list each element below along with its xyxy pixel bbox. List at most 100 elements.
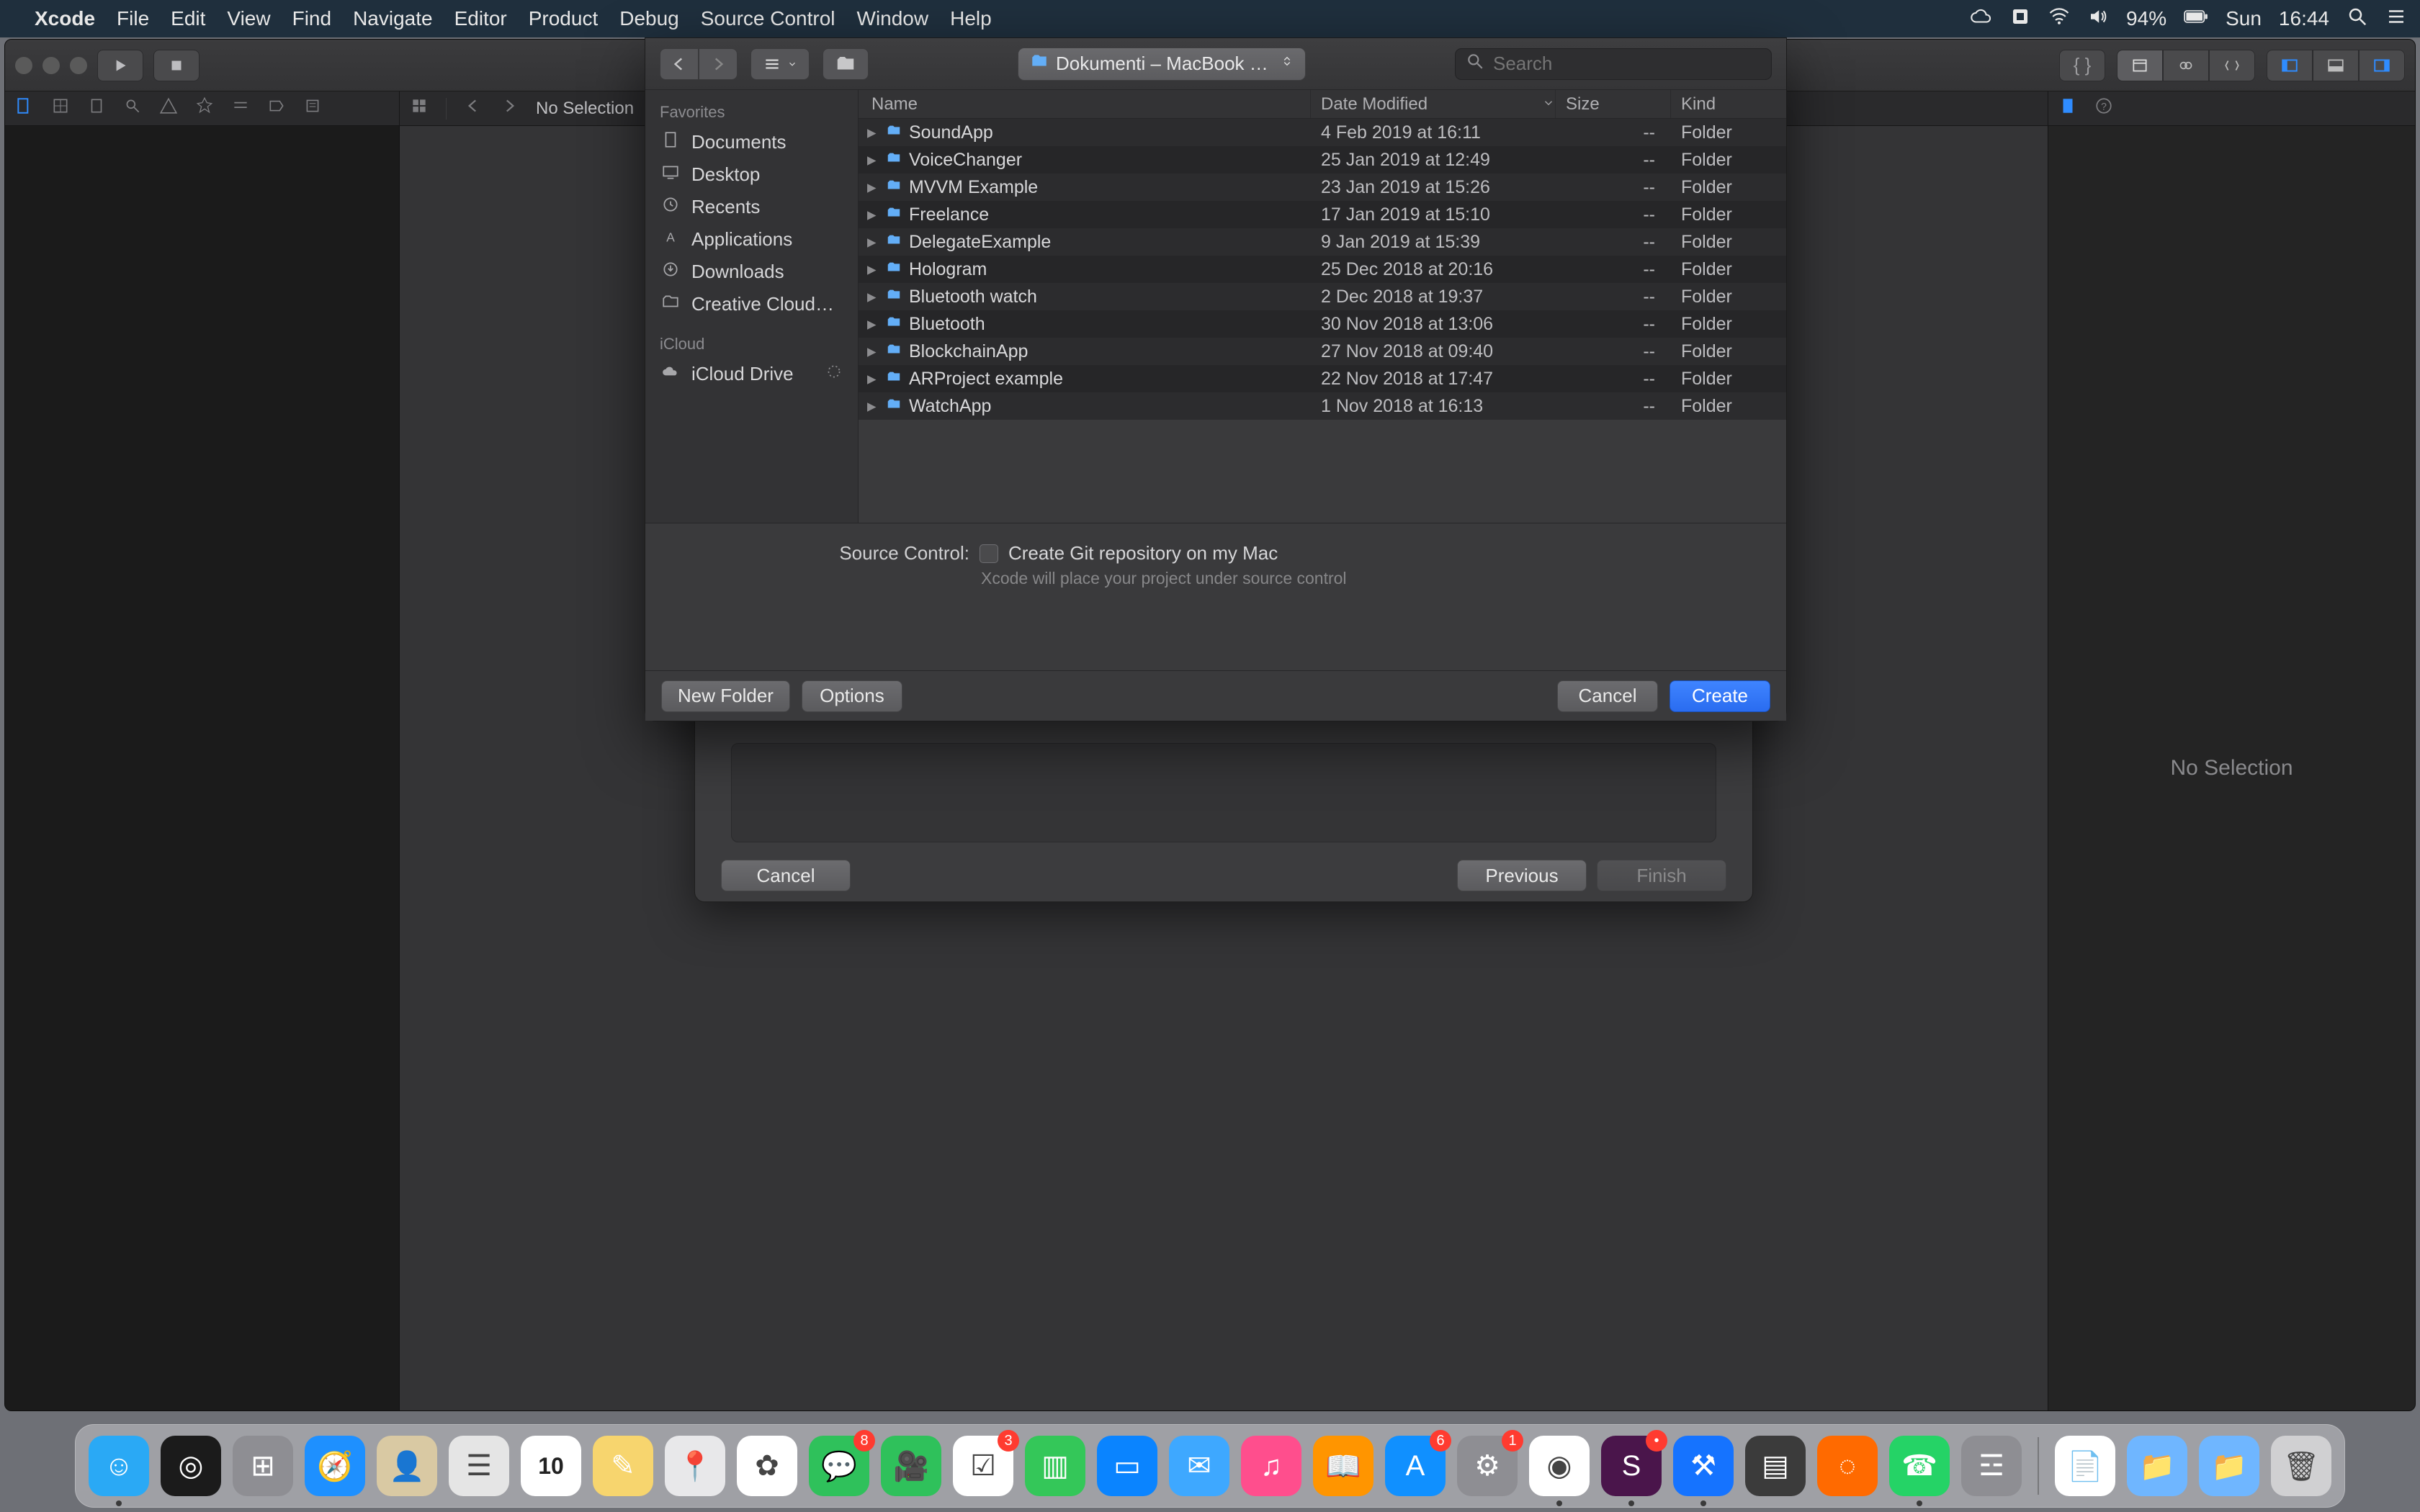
code-snippets-button[interactable]: { }	[2059, 50, 2105, 81]
nav-back-icon[interactable]	[464, 96, 483, 120]
dock-app-mail[interactable]: ✉	[1169, 1436, 1229, 1496]
debug-navigator-icon[interactable]	[231, 96, 250, 120]
menu-edit[interactable]: Edit	[171, 7, 205, 30]
column-size[interactable]: Size	[1556, 90, 1671, 118]
disclosure-icon[interactable]: ▸	[867, 368, 879, 390]
quick-help-inspector-icon[interactable]: ?	[2094, 96, 2113, 120]
dock-app-todo[interactable]: ☲	[1961, 1436, 2022, 1496]
sidebar-item-icloud-drive[interactable]: iCloud Drive	[645, 358, 858, 390]
dock-app-slack[interactable]: S•	[1601, 1436, 1662, 1496]
toggle-inspector-button[interactable]	[2359, 50, 2405, 81]
toggle-navigator-button[interactable]	[2267, 50, 2313, 81]
disclosure-icon[interactable]: ▸	[867, 286, 879, 307]
dock-app-desktop-folder[interactable]: 📁	[2199, 1436, 2259, 1496]
toggle-debug-area-button[interactable]	[2313, 50, 2359, 81]
dock-app-photos[interactable]: ✿	[737, 1436, 797, 1496]
column-date[interactable]: Date Modified	[1311, 90, 1556, 118]
issue-navigator-icon[interactable]	[159, 96, 178, 120]
menu-file[interactable]: File	[117, 7, 149, 30]
wizard-previous-button[interactable]: Previous	[1457, 860, 1587, 891]
column-name[interactable]: Name	[859, 90, 1311, 118]
dock-app-ibooks[interactable]: 📖	[1313, 1436, 1373, 1496]
stop-button[interactable]	[153, 50, 200, 81]
dock-app-calendar[interactable]: 10	[521, 1436, 581, 1496]
menu-extra-icon[interactable]	[2009, 6, 2031, 32]
menu-help[interactable]: Help	[950, 7, 992, 30]
nav-forward-icon[interactable]	[500, 96, 519, 120]
menu-debug[interactable]: Debug	[619, 7, 679, 30]
breakpoint-navigator-icon[interactable]	[267, 96, 286, 120]
sidebar-item-downloads[interactable]: Downloads	[645, 256, 858, 288]
wifi-icon[interactable]	[2048, 6, 2070, 32]
run-button[interactable]	[97, 50, 143, 81]
cancel-button[interactable]: Cancel	[1557, 680, 1658, 712]
assistant-editor-button[interactable]	[2163, 50, 2209, 81]
file-row[interactable]: ▸WatchApp1 Nov 2018 at 16:13--Folder	[859, 392, 1786, 420]
disclosure-icon[interactable]: ▸	[867, 176, 879, 198]
menu-navigate[interactable]: Navigate	[353, 7, 433, 30]
dock-app-finder[interactable]: ☺	[89, 1436, 149, 1496]
app-menu[interactable]: Xcode	[35, 7, 95, 30]
options-button[interactable]: Options	[802, 680, 902, 712]
new-folder-button[interactable]: New Folder	[661, 680, 790, 712]
git-checkbox[interactable]	[980, 544, 998, 563]
file-row[interactable]: ▸SoundApp4 Feb 2019 at 16:11--Folder	[859, 119, 1786, 146]
source-control-navigator-icon[interactable]	[51, 96, 70, 120]
sidebar-item-recents[interactable]: Recents	[645, 191, 858, 223]
disclosure-icon[interactable]: ▸	[867, 395, 879, 417]
file-row[interactable]: ▸Bluetooth watch2 Dec 2018 at 19:37--Fol…	[859, 283, 1786, 310]
disclosure-icon[interactable]: ▸	[867, 258, 879, 280]
dock-app-sublime[interactable]: ▤	[1745, 1436, 1806, 1496]
dock-app-folder-pin[interactable]: 📁	[2127, 1436, 2187, 1496]
dock-app-notes[interactable]: ✎	[593, 1436, 653, 1496]
test-navigator-icon[interactable]	[195, 96, 214, 120]
view-mode-button[interactable]	[750, 48, 810, 80]
related-items-icon[interactable]	[410, 96, 429, 120]
dock-app-preferences[interactable]: ⚙1	[1457, 1436, 1518, 1496]
dock-app-spinner[interactable]: ◌	[1817, 1436, 1878, 1496]
search-input[interactable]	[1492, 52, 1761, 76]
standard-editor-button[interactable]	[2117, 50, 2163, 81]
file-inspector-icon[interactable]	[2058, 96, 2077, 120]
sidebar-item-applications[interactable]: AApplications	[645, 223, 858, 256]
file-row[interactable]: ▸Freelance17 Jan 2019 at 15:10--Folder	[859, 201, 1786, 228]
file-row[interactable]: ▸MVVM Example23 Jan 2019 at 15:26--Folde…	[859, 174, 1786, 201]
file-row[interactable]: ▸VoiceChanger25 Jan 2019 at 12:49--Folde…	[859, 146, 1786, 174]
dock-app-launchpad[interactable]: ⊞	[233, 1436, 293, 1496]
dock-app-keynote[interactable]: ▭	[1097, 1436, 1157, 1496]
battery-icon[interactable]	[2184, 4, 2208, 34]
wizard-cancel-button[interactable]: Cancel	[721, 860, 851, 891]
menu-source-control[interactable]: Source Control	[701, 7, 835, 30]
close-window-icon[interactable]	[15, 57, 32, 74]
disclosure-icon[interactable]: ▸	[867, 313, 879, 335]
dock-app-siri[interactable]: ◎	[161, 1436, 221, 1496]
window-traffic-lights[interactable]	[15, 57, 87, 74]
sidebar-item-creative-cloud[interactable]: Creative Cloud…	[645, 288, 858, 320]
search-field[interactable]	[1455, 48, 1772, 80]
dock-app-document[interactable]: 📄	[2055, 1436, 2115, 1496]
project-navigator-icon[interactable]	[15, 96, 34, 120]
battery-percent[interactable]: 94%	[2126, 7, 2166, 30]
dock-app-appstore[interactable]: A6	[1385, 1436, 1446, 1496]
group-button[interactable]	[823, 48, 869, 80]
dock-app-messages[interactable]: 💬8	[809, 1436, 869, 1496]
file-row[interactable]: ▸BlockchainApp27 Nov 2018 at 09:40--Fold…	[859, 338, 1786, 365]
file-row[interactable]: ▸Bluetooth30 Nov 2018 at 13:06--Folder	[859, 310, 1786, 338]
file-row[interactable]: ▸Hologram25 Dec 2018 at 20:16--Folder	[859, 256, 1786, 283]
nav-back-button[interactable]	[660, 48, 699, 80]
sidebar-item-documents[interactable]: Documents	[645, 126, 858, 158]
find-navigator-icon[interactable]	[123, 96, 142, 120]
volume-icon[interactable]	[2087, 6, 2109, 32]
file-row[interactable]: ▸ARProject example22 Nov 2018 at 17:47--…	[859, 365, 1786, 392]
spotlight-icon[interactable]	[2347, 6, 2368, 32]
dock-app-reminders2[interactable]: ☑3	[953, 1436, 1013, 1496]
sidebar-item-desktop[interactable]: Desktop	[645, 158, 858, 191]
path-popup-button[interactable]: Dokumenti – MacBook Pr…	[1018, 48, 1306, 81]
report-navigator-icon[interactable]	[303, 96, 322, 120]
menubar-day[interactable]: Sun	[2226, 7, 2262, 30]
menu-view[interactable]: View	[227, 7, 270, 30]
dock-app-xcode[interactable]: ⚒	[1673, 1436, 1734, 1496]
dock-app-safari[interactable]: 🧭	[305, 1436, 365, 1496]
disclosure-icon[interactable]: ▸	[867, 122, 879, 143]
column-kind[interactable]: Kind	[1671, 90, 1786, 118]
